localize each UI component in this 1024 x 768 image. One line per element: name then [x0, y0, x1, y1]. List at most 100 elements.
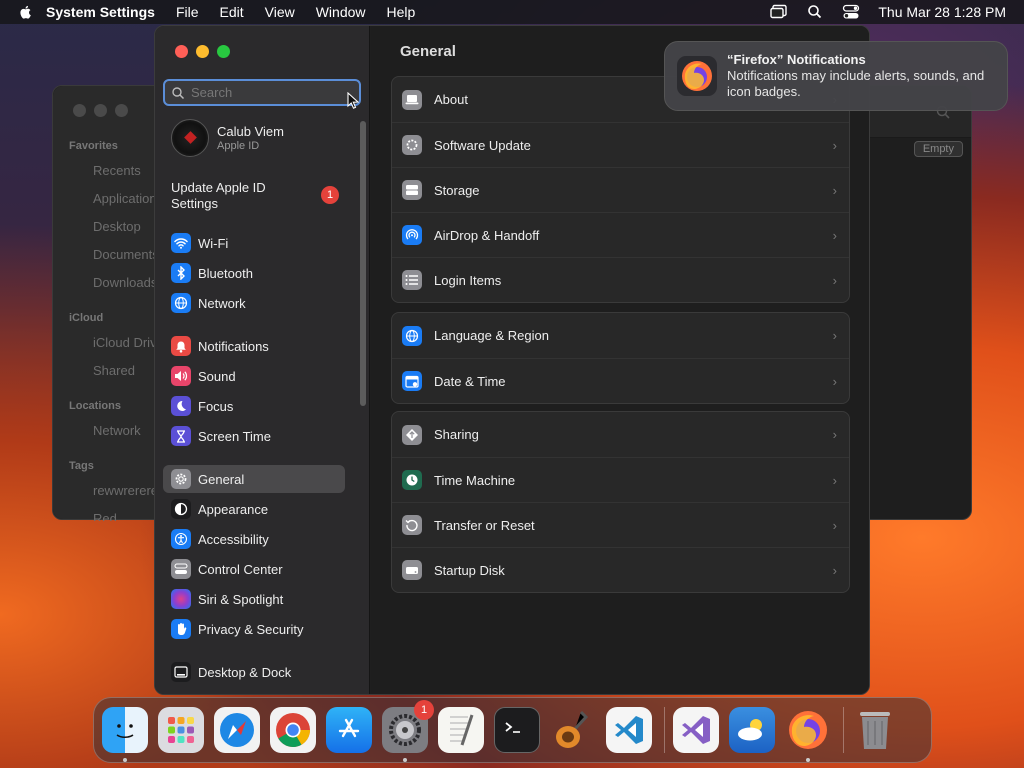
finder-empty-button: Empty [913, 141, 963, 157]
menu-view[interactable]: View [265, 4, 295, 20]
menu-edit[interactable]: Edit [220, 4, 244, 20]
dock-terminal-icon[interactable] [494, 707, 540, 753]
finder-item-tag-red: Red [93, 511, 117, 521]
row-label: Startup Disk [434, 562, 505, 578]
chevron-right-icon: › [832, 563, 837, 578]
menu-help[interactable]: Help [387, 4, 416, 20]
row-label: About [434, 92, 468, 107]
menu-window[interactable]: Window [316, 4, 366, 20]
settings-content: General About › Software Update › Storag… [371, 26, 869, 694]
row-storage[interactable]: Storage › [392, 167, 849, 212]
apple-menu-icon[interactable] [18, 4, 34, 20]
search-field[interactable] [163, 79, 361, 106]
zoom-button[interactable] [217, 45, 230, 58]
row-date-time[interactable]: Date & Time › [392, 358, 849, 403]
airdrop-icon [402, 225, 422, 245]
laptop-icon [402, 89, 422, 110]
sidebar-item-network[interactable]: Network [163, 289, 345, 317]
dock-firefox-icon[interactable] [785, 707, 831, 762]
row-software-update[interactable]: Software Update › [392, 122, 849, 167]
menu-bar: System Settings File Edit View Window He… [0, 0, 1024, 24]
finder-section-locations: Locations [69, 400, 121, 412]
sidebar-item-privacy-security[interactable]: Privacy & Security [163, 615, 345, 643]
finder-item-network: Network [93, 423, 141, 438]
firefox-notification[interactable]: “Firefox” Notifications Notifications ma… [664, 41, 1008, 111]
sidebar-item-label: General [198, 471, 245, 487]
control-center-icon[interactable] [842, 4, 860, 20]
chevron-right-icon: › [832, 328, 837, 343]
moon-icon [171, 396, 191, 416]
sidebar-item-bluetooth[interactable]: Bluetooth [163, 259, 345, 287]
finder-item-downloads: Downloads [93, 275, 158, 290]
sidebar-item-control-center[interactable]: Control Center [163, 555, 345, 583]
search-input[interactable] [191, 85, 351, 100]
finder-item-recents: Recents [93, 163, 141, 178]
row-startup-disk[interactable]: Startup Disk › [392, 547, 849, 592]
minimize-button[interactable] [196, 45, 209, 58]
row-label: Date & Time [434, 373, 506, 389]
dock-safari-icon[interactable] [214, 707, 260, 753]
settings-group-3: Sharing › Time Machine › Transfer or Res… [391, 411, 850, 593]
row-label: Time Machine [434, 472, 516, 488]
menu-clock[interactable]: Thu Mar 28 1:28 PM [878, 4, 1006, 20]
sidebar-item-screen-time[interactable]: Screen Time [163, 422, 345, 450]
row-language-region[interactable]: Language & Region › [392, 313, 849, 358]
finder-item-icloud-drive: iCloud Drive [93, 335, 163, 350]
sidebar-item-general[interactable]: General [163, 465, 345, 493]
dock-weather-icon[interactable] [729, 707, 775, 753]
row-label: Transfer or Reset [434, 517, 535, 533]
sidebar-item-label: Desktop & Dock [198, 664, 292, 680]
hand-icon [171, 619, 191, 639]
spotlight-search-icon[interactable] [806, 4, 824, 20]
close-button[interactable] [175, 45, 188, 58]
row-sharing[interactable]: Sharing › [392, 412, 849, 457]
sidebar-item-siri-spotlight[interactable]: Siri & Spotlight [163, 585, 345, 613]
dock-vscode-icon[interactable] [606, 707, 652, 753]
row-label: Sharing [434, 427, 479, 442]
update-apple-id-settings[interactable]: Update Apple ID Settings [171, 180, 311, 212]
chevron-right-icon: › [832, 473, 837, 488]
sidebar-item-label: Sound [198, 368, 236, 384]
sidebar-item-appearance[interactable]: Appearance [163, 495, 345, 523]
reset-icon [402, 515, 422, 535]
settings-group-2: Language & Region › Date & Time › [391, 312, 850, 404]
sidebar-item-notifications[interactable]: Notifications [163, 332, 345, 360]
sidebar-item-wifi[interactable]: Wi-Fi [163, 229, 345, 257]
dock-launchpad-icon[interactable] [158, 707, 204, 753]
notification-body: Notifications may include alerts, sounds… [727, 68, 985, 99]
apple-id-profile[interactable]: Calub Viem Apple ID [171, 119, 284, 157]
chevron-right-icon: › [832, 427, 837, 442]
sidebar-item-label: Screen Time [198, 428, 271, 444]
dock-chrome-icon[interactable] [270, 707, 316, 753]
sharing-icon [402, 424, 422, 445]
dock-visual-studio-icon[interactable] [673, 707, 719, 753]
dock-system-settings-icon[interactable]: 1 [382, 700, 434, 762]
page-title: General [400, 43, 456, 60]
chevron-right-icon: › [832, 518, 837, 533]
hourglass-icon [171, 426, 191, 446]
row-airdrop-handoff[interactable]: AirDrop & Handoff › [392, 212, 849, 257]
dock-finder-icon[interactable] [102, 707, 148, 762]
sidebar-item-focus[interactable]: Focus [163, 392, 345, 420]
sidebar-item-label: Control Center [198, 561, 283, 577]
sidebar-item-sound[interactable]: Sound [163, 362, 345, 390]
menu-file[interactable]: File [176, 4, 199, 20]
sidebar-item-desktop-dock[interactable]: Desktop & Dock [163, 658, 345, 686]
row-time-machine[interactable]: Time Machine › [392, 457, 849, 502]
row-login-items[interactable]: Login Items › [392, 257, 849, 302]
bell-icon [171, 336, 191, 356]
sidebar-item-label: Wi-Fi [198, 235, 229, 251]
sidebar-item-accessibility[interactable]: Accessibility [163, 525, 345, 553]
screen-mirroring-icon[interactable] [770, 4, 788, 20]
bluetooth-icon [171, 263, 191, 283]
time-machine-icon [402, 470, 422, 490]
row-transfer-reset[interactable]: Transfer or Reset › [392, 502, 849, 547]
dock-textedit-icon[interactable] [438, 707, 484, 753]
dock-garageband-icon[interactable] [550, 707, 596, 753]
dock-trash-icon[interactable] [852, 707, 898, 753]
menu-app-name[interactable]: System Settings [46, 4, 155, 20]
row-label: Login Items [434, 272, 502, 288]
dock-app-store-icon[interactable] [326, 707, 372, 753]
finder-item-shared: Shared [93, 363, 135, 378]
sidebar-scrollbar[interactable] [360, 121, 366, 406]
